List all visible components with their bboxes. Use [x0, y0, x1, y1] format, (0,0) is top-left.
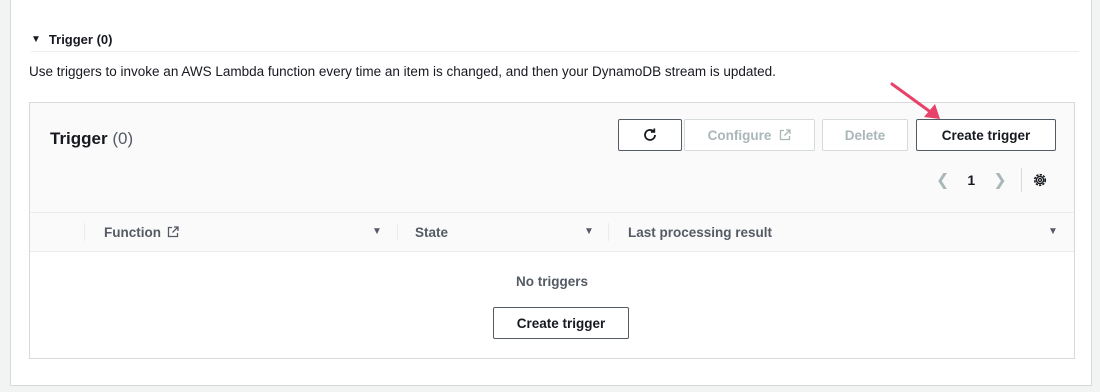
configure-button[interactable]: Configure [684, 119, 815, 151]
create-trigger-label: Create trigger [941, 127, 1031, 143]
pagination: ❮ 1 ❯ [936, 167, 1066, 193]
gear-icon[interactable] [1032, 172, 1048, 188]
column-divider [608, 223, 609, 241]
trigger-panel: Trigger (0) Configure Delete Create trig… [29, 102, 1075, 359]
column-header-label: Function [104, 224, 161, 240]
column-divider [84, 223, 85, 241]
chevron-left-icon[interactable]: ❮ [936, 170, 949, 190]
delete-label: Delete [844, 127, 886, 143]
table-header: Function ▼ State ▼ Last processing resul… [30, 212, 1074, 252]
column-header-last-processing-result[interactable]: Last processing result [628, 213, 772, 251]
trigger-section: ▼ Trigger (0) Use triggers to invoke an … [10, 0, 1092, 386]
configure-label: Configure [707, 127, 772, 143]
column-header-function[interactable]: Function [104, 213, 179, 251]
column-divider [397, 223, 398, 241]
sort-icon[interactable]: ▼ [584, 226, 594, 237]
chevron-right-icon[interactable]: ❯ [993, 170, 1006, 190]
panel-title: Trigger (0) [50, 129, 133, 149]
external-link-icon [780, 129, 792, 141]
page-number[interactable]: 1 [967, 172, 975, 188]
annotation-arrow [890, 82, 940, 119]
sort-icon[interactable]: ▼ [372, 226, 382, 237]
column-header-label: Last processing result [628, 224, 773, 240]
section-header[interactable]: ▼ Trigger (0) [31, 27, 1079, 52]
caret-down-icon[interactable]: ▼ [31, 34, 41, 45]
empty-state-text: No triggers [515, 274, 588, 289]
sort-icon[interactable]: ▼ [1048, 226, 1058, 237]
empty-state-create-trigger-button[interactable]: Create trigger [493, 307, 629, 339]
table-body: No triggers Create trigger [30, 252, 1074, 358]
refresh-icon [644, 128, 656, 141]
panel-title-count: (0) [112, 129, 134, 148]
section-description: Use triggers to invoke an AWS Lambda fun… [29, 64, 776, 79]
external-link-icon [167, 226, 179, 238]
pagination-divider [1020, 168, 1022, 192]
refresh-button[interactable] [618, 119, 682, 151]
column-header-label: State [415, 224, 449, 240]
section-title: Trigger (0) [48, 31, 113, 47]
column-header-state[interactable]: State [415, 213, 448, 251]
panel-title-text: Trigger [50, 129, 108, 148]
empty-create-trigger-label: Create trigger [516, 315, 606, 331]
